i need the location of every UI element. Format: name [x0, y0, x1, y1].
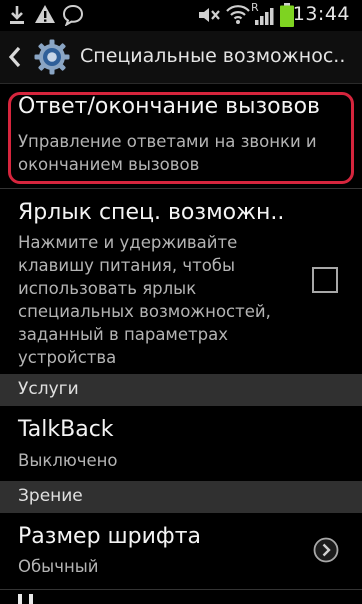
page-title: Специальные возможнос.. — [80, 45, 346, 67]
warning-icon — [34, 4, 56, 24]
download-icon — [9, 5, 25, 25]
list-item-subtitle: Обычный — [18, 557, 99, 576]
list-item-subtitle: Нажмите и удерживайте клавишу питания, ч… — [18, 231, 271, 369]
subtitle-line: устройства — [18, 348, 117, 367]
section-header-services: Услуги — [0, 374, 362, 406]
section-header-vision: Зрение — [0, 481, 362, 513]
list-item-title: Размер шрифта — [18, 524, 202, 549]
accessibility-shortcut-checkbox[interactable] — [312, 267, 338, 293]
chevron-right-circle-icon[interactable] — [313, 537, 339, 567]
subtitle-line: Нажмите и удерживайте — [18, 233, 238, 252]
highlight-outline — [8, 92, 354, 184]
wifi-icon — [226, 3, 250, 25]
section-header-label: Зрение — [18, 486, 83, 506]
subtitle-line: заданный в параметрах — [18, 325, 228, 344]
status-bar: R 13:44 — [0, 0, 362, 31]
gear-icon[interactable] — [34, 39, 70, 79]
signal-icon — [254, 6, 276, 26]
list-item-subtitle: Выключено — [18, 451, 118, 470]
list-item-title: Ярлык спец. возможн.. — [18, 200, 285, 225]
list-item-talkback[interactable]: TalkBack Выключено — [0, 406, 362, 479]
divider — [0, 589, 362, 590]
list-item-title: TalkBack — [18, 417, 114, 442]
subtitle-line: использовать ярлык — [18, 279, 197, 298]
mute-icon — [197, 6, 221, 24]
speech-bubble-icon — [62, 4, 84, 26]
subtitle-line: клавишу питания, чтобы — [18, 256, 235, 275]
chevron-left-icon[interactable] — [8, 45, 22, 73]
list-item-font-size[interactable]: Размер шрифта Обычный — [0, 513, 362, 588]
list-item-next-partial — [18, 594, 34, 604]
list-item-accessibility-shortcut[interactable]: Ярлык спец. возможн.. Нажмите и удержива… — [0, 189, 362, 367]
section-header-label: Услуги — [18, 379, 79, 399]
action-bar: Специальные возможнос.. — [0, 31, 362, 84]
status-time: 13:44 — [292, 3, 350, 25]
subtitle-line: специальных возможностей, — [18, 302, 271, 321]
